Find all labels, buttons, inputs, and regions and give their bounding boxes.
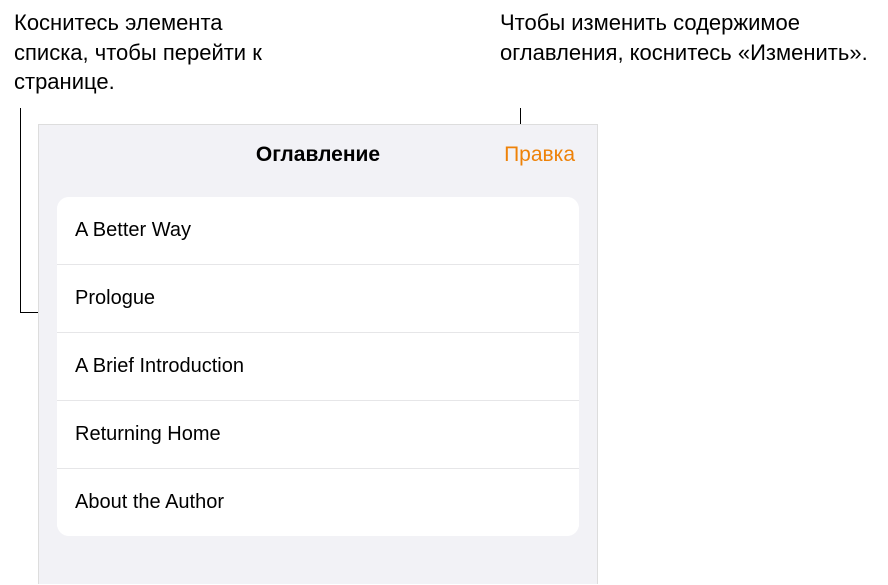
toc-list: A Better Way Prologue A Brief Introducti… — [57, 197, 579, 536]
callout-leader-line — [20, 108, 21, 312]
panel-header: Оглавление Правка — [39, 125, 597, 185]
toc-item[interactable]: Prologue — [57, 265, 579, 333]
toc-item[interactable]: Returning Home — [57, 401, 579, 469]
callout-tap-item: Коснитесь элемента списка, чтобы перейти… — [14, 8, 264, 97]
toc-item[interactable]: A Brief Introduction — [57, 333, 579, 401]
panel-title: Оглавление — [256, 143, 380, 167]
edit-button[interactable]: Правка — [504, 143, 575, 167]
toc-item[interactable]: A Better Way — [57, 197, 579, 265]
callout-leader-line — [20, 312, 40, 313]
toc-panel: Оглавление Правка A Better Way Prologue … — [38, 124, 598, 584]
callout-tap-edit: Чтобы изменить содержимое оглавления, ко… — [500, 8, 880, 67]
toc-item[interactable]: About the Author — [57, 469, 579, 536]
